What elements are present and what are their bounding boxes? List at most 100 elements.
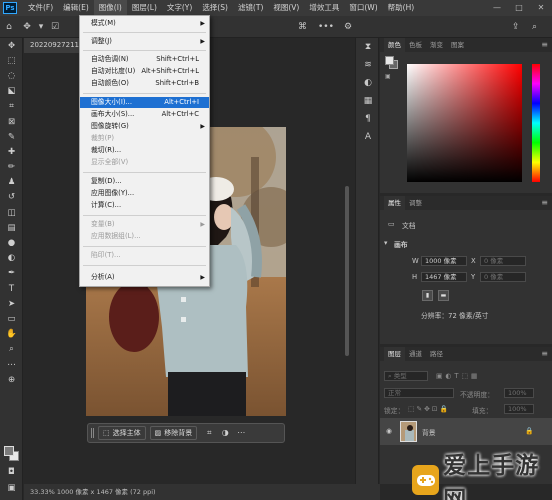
brush-tool-icon[interactable]: ✏ xyxy=(0,160,23,175)
tab-patterns[interactable]: 图案 xyxy=(447,38,468,52)
y-field[interactable]: 0 像素 xyxy=(480,272,526,282)
menu-filter[interactable]: 滤镜(T) xyxy=(233,0,268,16)
menu-item-apply-image[interactable]: 应用图像(Y)... xyxy=(80,188,209,199)
crop-tool-icon[interactable]: ⌗ xyxy=(0,99,23,114)
tab-swatches[interactable]: 色板 xyxy=(405,38,426,52)
visibility-eye-icon[interactable]: ◉ xyxy=(386,427,392,435)
menu-item-image-rotation[interactable]: 图像旋转(G) ▶ xyxy=(80,121,209,132)
height-field[interactable]: 1467 像素 xyxy=(421,272,467,282)
menu-item-mode[interactable]: 模式(M) ▶ xyxy=(80,18,209,29)
menu-item-calculations[interactable]: 计算(C)... xyxy=(80,200,209,211)
edit-toolbar-icon[interactable]: ⊕ xyxy=(0,372,23,387)
menu-item-reveal-all[interactable]: 显示全部(V) xyxy=(80,157,209,168)
select-subject-button[interactable]: ⬚ 选择主体 xyxy=(98,426,146,440)
remove-background-button[interactable]: ▨ 移除背景 xyxy=(149,426,198,440)
search-icon[interactable]: ⌕ xyxy=(532,16,537,38)
menu-item-analysis[interactable]: 分析(A) ▶ xyxy=(80,272,209,283)
lock-options-icons[interactable]: ⬚✎✥⊡🔒 xyxy=(408,405,450,413)
move-tool-icon[interactable]: ✥ xyxy=(18,16,36,38)
fill-field[interactable]: 100% xyxy=(504,404,534,414)
eraser-tool-icon[interactable]: ◫ xyxy=(0,205,23,220)
more-tools-icon[interactable]: ⋯ xyxy=(0,357,23,372)
menu-item-crop[interactable]: 裁剪(P) xyxy=(80,133,209,144)
menu-item-auto-contrast[interactable]: 自动对比度(U) Alt+Shift+Ctrl+L xyxy=(80,66,209,77)
panel-menu-icon[interactable]: ≡ xyxy=(541,38,548,52)
character-icon[interactable]: A xyxy=(356,128,380,146)
minimize-button[interactable]: — xyxy=(486,0,508,16)
history-brush-tool-icon[interactable]: ↺ xyxy=(0,190,23,205)
menu-item-apply-data-set[interactable]: 应用数据组(L)... xyxy=(80,231,209,242)
lasso-tool-icon[interactable]: ◌ xyxy=(0,68,23,83)
menu-type[interactable]: 文字(Y) xyxy=(162,0,197,16)
landscape-orientation-icon[interactable]: ▬ xyxy=(438,290,449,301)
menu-item-trim[interactable]: 裁切(R)... xyxy=(80,145,209,156)
menu-help[interactable]: 帮助(H) xyxy=(383,0,420,16)
auto-select-checkbox-icon[interactable]: ☑ xyxy=(46,16,64,38)
foreground-color-swatch[interactable] xyxy=(4,446,14,456)
eyedropper-tool-icon[interactable]: ✎ xyxy=(0,129,23,144)
menu-item-variables[interactable]: 变量(B) ▶ xyxy=(80,219,209,230)
share-icon[interactable]: ⇪ xyxy=(512,16,520,38)
tab-paths[interactable]: 路径 xyxy=(426,347,447,361)
object-select-tool-icon[interactable]: ⬕ xyxy=(0,84,23,99)
hue-slider[interactable] xyxy=(532,64,540,182)
adjustments-icon[interactable]: ◐ xyxy=(356,74,380,92)
menu-edit[interactable]: 编辑(E) xyxy=(58,0,94,16)
menu-item-image-size[interactable]: 图像大小(I)... Alt+Ctrl+I xyxy=(80,97,209,108)
tab-adjustments[interactable]: 调整 xyxy=(405,196,426,210)
clone-stamp-tool-icon[interactable]: ♟ xyxy=(0,175,23,190)
menu-item-canvas-size[interactable]: 画布大小(S)... Alt+Ctrl+C xyxy=(80,109,209,120)
panel-menu-icon[interactable]: ≡ xyxy=(541,347,548,361)
brush-settings-icon[interactable]: ≋ xyxy=(356,56,380,74)
maximize-button[interactable]: □ xyxy=(508,0,530,16)
layer-filter-icons[interactable]: ▣◐T⬚▦ xyxy=(436,372,480,380)
gear-icon[interactable]: ⚙ xyxy=(344,16,352,38)
foreground-color-swatch[interactable] xyxy=(385,56,394,65)
menu-item-auto-color[interactable]: 自动颜色(O) Shift+Ctrl+B xyxy=(80,78,209,89)
tab-properties[interactable]: 属性 xyxy=(384,196,405,210)
drag-handle-icon[interactable] xyxy=(91,428,94,438)
gradient-tool-icon[interactable]: ▤ xyxy=(0,220,23,235)
menu-select[interactable]: 选择(S) xyxy=(197,0,233,16)
path-select-tool-icon[interactable]: ➤ xyxy=(0,296,23,311)
quick-mask-icon[interactable]: ◘ xyxy=(0,464,23,479)
more-options-icon[interactable]: ⋯ xyxy=(233,426,249,440)
frame-tool-icon[interactable]: ⊠ xyxy=(0,114,23,129)
zoom-tool-icon[interactable]: ⌕ xyxy=(0,342,23,357)
panel-menu-icon[interactable]: ≡ xyxy=(541,196,548,210)
healing-brush-tool-icon[interactable]: ✚ xyxy=(0,144,23,159)
move-tool-icon[interactable]: ✥ xyxy=(0,38,23,53)
crop-icon[interactable]: ⌗ xyxy=(201,426,217,440)
tab-channels[interactable]: 通道 xyxy=(405,347,426,361)
menu-item-duplicate[interactable]: 复制(D)... xyxy=(80,176,209,187)
pen-tool-icon[interactable]: ✒ xyxy=(0,266,23,281)
menu-view[interactable]: 视图(V) xyxy=(268,0,304,16)
color-field[interactable] xyxy=(407,64,522,182)
type-tool-icon[interactable]: T xyxy=(0,281,23,296)
x-field[interactable]: 0 像素 xyxy=(480,256,526,266)
history-icon[interactable]: ⧗ xyxy=(356,38,380,56)
paragraph-icon[interactable]: ¶ xyxy=(356,110,380,128)
rectangle-tool-icon[interactable]: ▭ xyxy=(0,311,23,326)
tab-layers[interactable]: 图层 xyxy=(384,347,405,361)
layer-row-background[interactable]: ◉ 背景 🔒 xyxy=(380,418,552,445)
close-button[interactable]: ✕ xyxy=(530,0,552,16)
adjustment-icon[interactable]: ◑ xyxy=(217,426,233,440)
3d-mode-icon[interactable]: ⌘ xyxy=(298,16,307,38)
menu-layer[interactable]: 图层(L) xyxy=(127,0,162,16)
hand-tool-icon[interactable]: ✋ xyxy=(0,327,23,342)
blend-mode-select[interactable]: 正常 xyxy=(384,388,454,398)
menu-window[interactable]: 窗口(W) xyxy=(344,0,382,16)
document-tab[interactable]: 20220927211C xyxy=(24,38,80,53)
chevron-down-icon[interactable]: ▾ xyxy=(384,239,387,247)
dropdown-arrow-icon[interactable]: ▾ xyxy=(36,16,46,38)
blur-tool-icon[interactable]: ● xyxy=(0,235,23,250)
tab-gradients[interactable]: 渐变 xyxy=(426,38,447,52)
menu-item-auto-tone[interactable]: 自动色调(N) Shift+Ctrl+L xyxy=(80,54,209,65)
libraries-icon[interactable]: ▦ xyxy=(356,92,380,110)
menu-file[interactable]: 文件(F) xyxy=(23,0,58,16)
more-options-icon[interactable]: ••• xyxy=(318,16,334,38)
menu-image[interactable]: 图像(I) xyxy=(93,0,127,16)
menu-item-trap[interactable]: 陷印(T)... xyxy=(80,250,209,261)
home-icon[interactable]: ⌂ xyxy=(0,16,18,38)
